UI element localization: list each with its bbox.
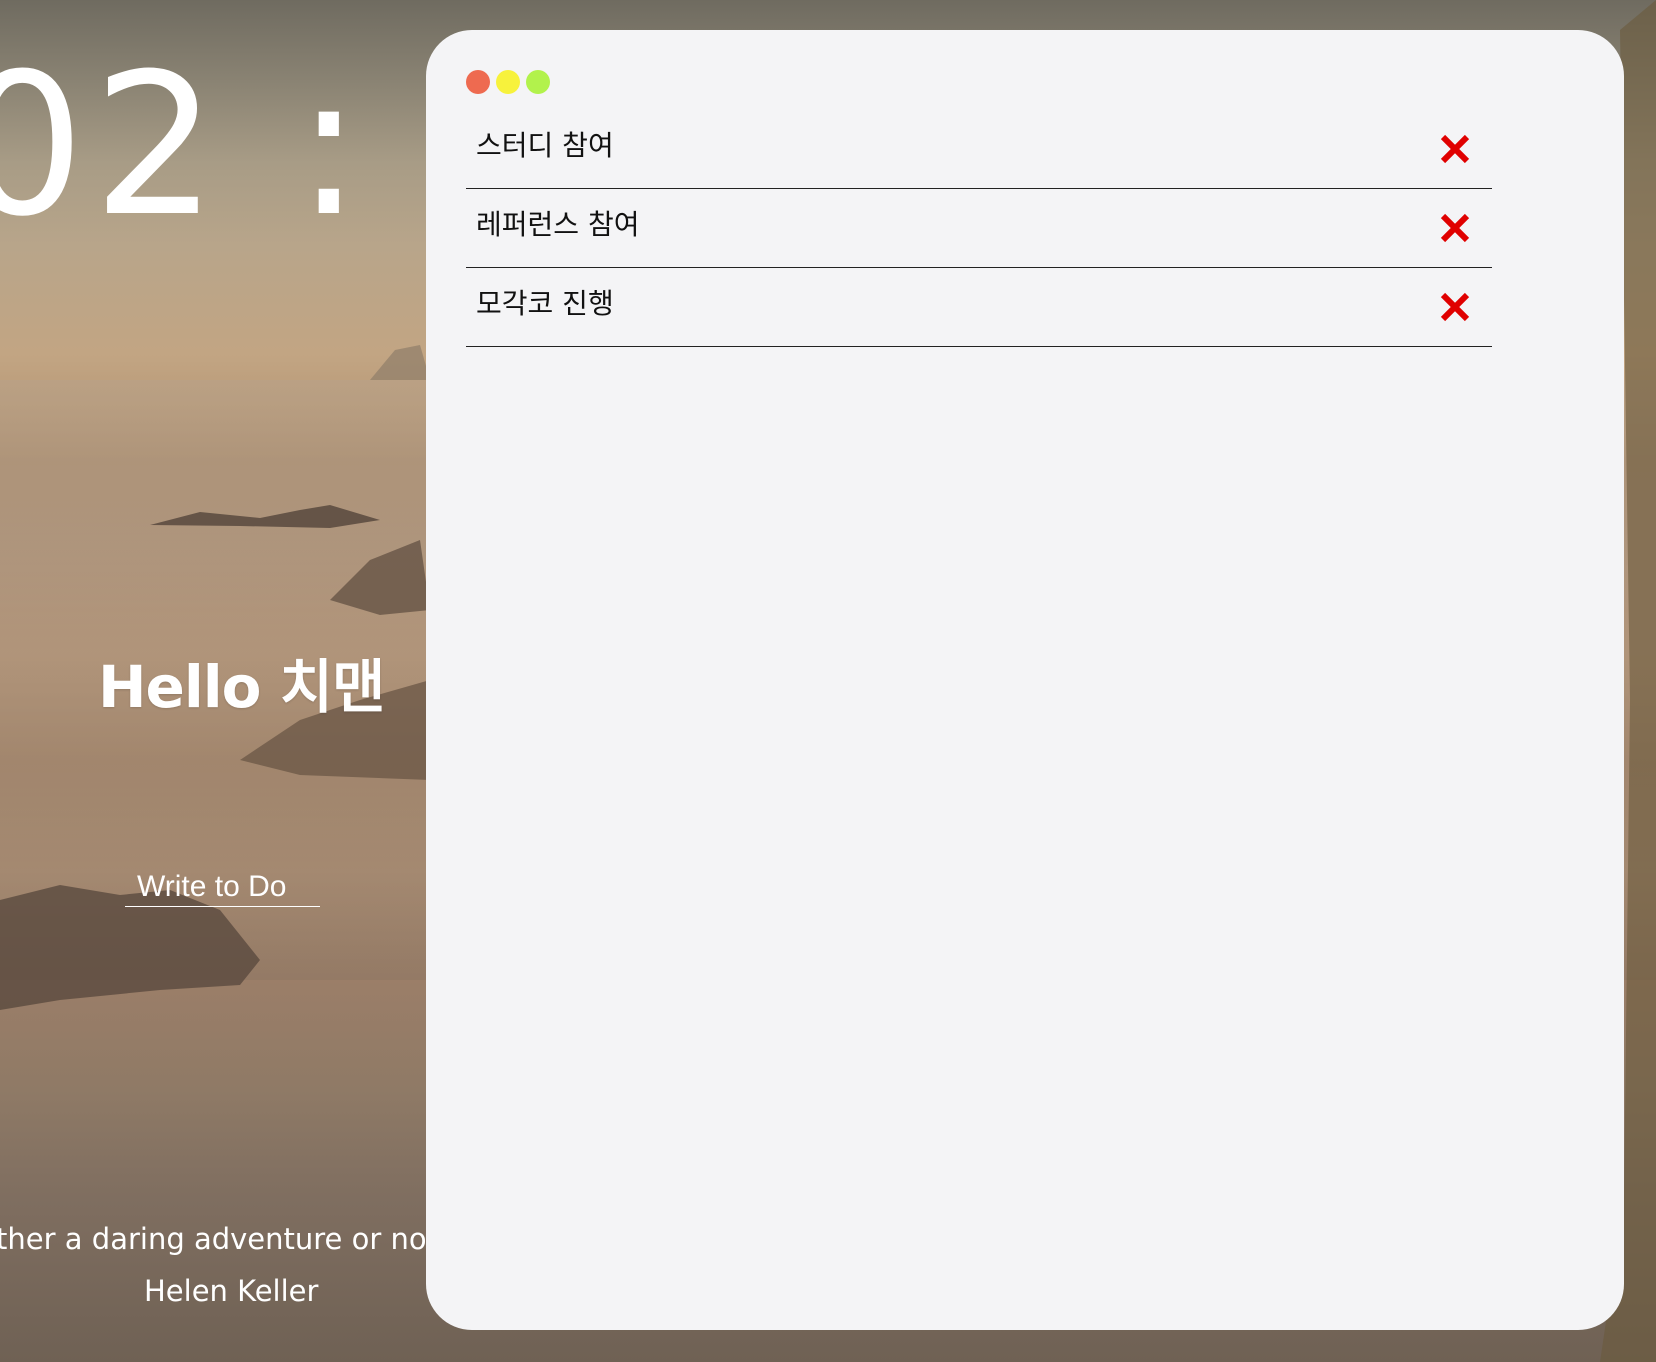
todo-item: 레퍼런스 참여 <box>466 189 1492 268</box>
window-maximize-button[interactable] <box>526 70 550 94</box>
todo-item: 모각코 진행 <box>466 268 1492 347</box>
todo-list: 스터디 참여 레퍼런스 참여 모각코 진행 <box>466 110 1492 347</box>
todo-item-text: 모각코 진행 <box>476 287 614 320</box>
todo-window: 스터디 참여 레퍼런스 참여 모각코 진행 <box>426 30 1624 1330</box>
delete-todo-button[interactable] <box>1438 290 1472 324</box>
quote-author: Helen Keller <box>144 1274 319 1308</box>
delete-todo-button[interactable] <box>1438 132 1472 166</box>
greeting-text: Hello 치맨 <box>98 653 385 721</box>
todo-item: 스터디 참여 <box>466 110 1492 189</box>
x-icon <box>1440 213 1470 243</box>
todo-form <box>125 868 320 907</box>
quote-text: ither a daring adventure or noth <box>0 1222 457 1256</box>
x-icon <box>1440 134 1470 164</box>
window-minimize-button[interactable] <box>496 70 520 94</box>
delete-todo-button[interactable] <box>1438 211 1472 245</box>
todo-item-text: 레퍼런스 참여 <box>476 208 640 241</box>
window-controls <box>466 70 550 94</box>
window-close-button[interactable] <box>466 70 490 94</box>
todo-item-text: 스터디 참여 <box>476 129 614 162</box>
todo-input[interactable] <box>125 868 320 906</box>
x-icon <box>1440 292 1470 322</box>
